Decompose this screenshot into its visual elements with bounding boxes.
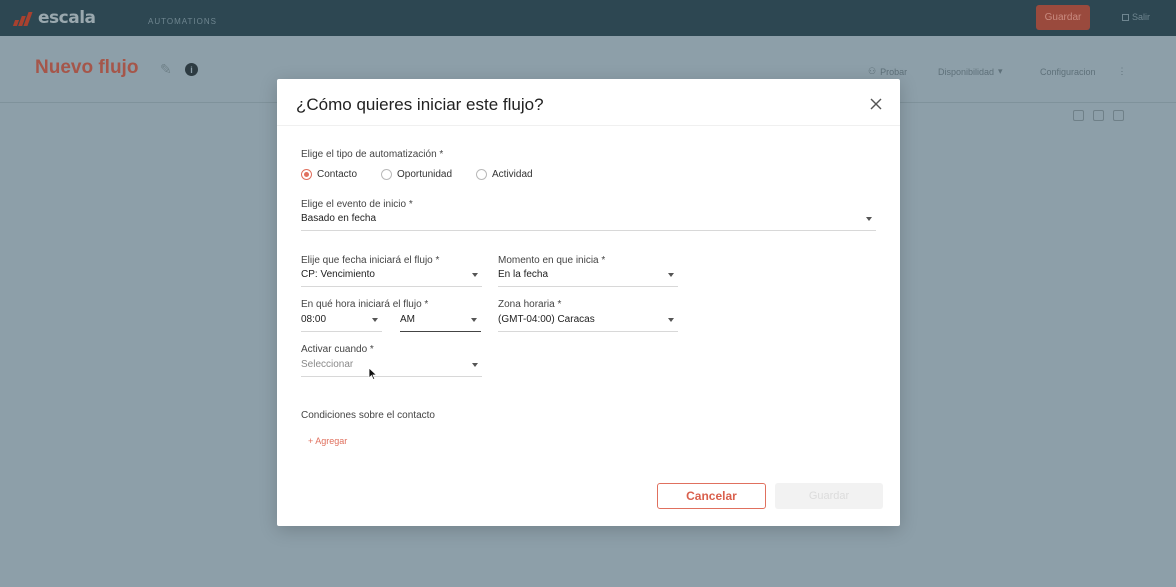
- settings-label: Configuracion: [1040, 66, 1096, 77]
- exit-button[interactable]: Salir: [1122, 12, 1150, 22]
- more-icon: ⋮: [1117, 66, 1127, 76]
- page-title: Nuevo flujo: [35, 57, 139, 78]
- exit-icon: [1122, 13, 1129, 21]
- radio-oportunidad-label: Oportunidad: [397, 169, 453, 180]
- radio-actividad[interactable]: Actividad: [476, 169, 533, 180]
- radio-oportunidad[interactable]: Oportunidad: [381, 169, 476, 180]
- date-field-label: Elije que fecha iniciará el flujo *: [301, 255, 440, 266]
- info-icon[interactable]: i: [185, 63, 198, 76]
- caret-down-icon: [668, 273, 674, 277]
- mouse-cursor-icon: [368, 367, 378, 381]
- automation-type-radios: Contacto Oportunidad Actividad: [301, 169, 533, 180]
- radio-actividad-label: Actividad: [492, 169, 533, 180]
- date-field-value: CP: Vencimiento: [301, 269, 375, 280]
- caret-down-icon: [866, 217, 872, 221]
- add-condition-link[interactable]: + Agregar: [308, 436, 347, 446]
- activate-when-label: Activar cuando *: [301, 344, 374, 355]
- activate-when-select[interactable]: Seleccionar: [301, 358, 482, 377]
- radio-unchecked-icon: [476, 169, 487, 180]
- nav-automations[interactable]: AUTOMATIONS: [148, 17, 217, 26]
- start-event-select[interactable]: Basado en fecha: [301, 212, 876, 231]
- moment-value: En la fecha: [498, 269, 549, 280]
- save-button[interactable]: Guardar: [775, 483, 883, 509]
- radio-checked-icon: [301, 169, 312, 180]
- cancel-button[interactable]: Cancelar: [657, 483, 766, 509]
- user-icon: ⚇: [868, 66, 877, 76]
- start-flow-dialog: ¿Cómo quieres iniciar este flujo? Elige …: [277, 79, 900, 526]
- automation-type-label: Elige el tipo de automatización *: [301, 149, 444, 160]
- dialog-title: ¿Cómo quieres iniciar este flujo?: [296, 95, 544, 114]
- logo: escala: [12, 8, 96, 28]
- exit-label: Salir: [1132, 12, 1151, 22]
- start-time-label: En qué hora iniciará el flujo *: [301, 299, 429, 310]
- caret-down-icon: [472, 273, 478, 277]
- dialog-header: ¿Cómo quieres iniciar este flujo?: [277, 79, 900, 126]
- radio-unchecked-icon: [381, 169, 392, 180]
- top-navbar: escala AUTOMATIONS Guardar Salir: [0, 0, 1176, 36]
- moment-select[interactable]: En la fecha: [498, 268, 678, 287]
- availability-label: Disponibilidad: [938, 66, 995, 77]
- canvas-toolbar: [1073, 110, 1124, 121]
- caret-down-icon: [668, 318, 674, 322]
- caret-down-icon: [372, 318, 378, 322]
- close-icon[interactable]: [869, 97, 883, 111]
- fit-icon[interactable]: [1093, 110, 1104, 121]
- date-field-select[interactable]: CP: Vencimiento: [301, 268, 482, 287]
- period-select[interactable]: AM: [400, 313, 481, 332]
- timezone-label: Zona horaria *: [498, 299, 562, 310]
- test-label: Probar: [880, 66, 908, 77]
- caret-down-icon: [471, 318, 477, 322]
- hour-select[interactable]: 08:00: [301, 313, 382, 332]
- timezone-select[interactable]: (GMT-04:00) Caracas: [498, 313, 678, 332]
- lock-icon[interactable]: [1113, 110, 1124, 121]
- moment-label: Momento en que inicia *: [498, 255, 606, 266]
- availability-dropdown[interactable]: Disponibilidad ▾: [938, 66, 1003, 77]
- start-event-label: Elige el evento de inicio *: [301, 199, 413, 210]
- timezone-value: (GMT-04:00) Caracas: [498, 314, 595, 325]
- start-event-value: Basado en fecha: [301, 213, 377, 224]
- conditions-label: Condiciones sobre el contacto: [301, 410, 435, 421]
- hour-value: 08:00: [301, 314, 327, 325]
- top-save-button[interactable]: Guardar: [1036, 5, 1090, 30]
- radio-contacto[interactable]: Contacto: [301, 169, 381, 180]
- test-button[interactable]: ⚇ Probar: [868, 66, 907, 77]
- pencil-icon[interactable]: ✎: [160, 62, 176, 76]
- activate-when-placeholder: Seleccionar: [301, 359, 354, 370]
- caret-down-icon: [472, 363, 478, 367]
- period-value: AM: [400, 314, 415, 325]
- zoom-icon[interactable]: [1073, 110, 1084, 121]
- logo-icon: [12, 10, 34, 26]
- logo-text: escala: [38, 8, 96, 28]
- chevron-down-icon: ▾: [998, 66, 1003, 76]
- settings-dropdown[interactable]: Configuracion ⋮: [1040, 66, 1127, 77]
- radio-contacto-label: Contacto: [317, 169, 358, 180]
